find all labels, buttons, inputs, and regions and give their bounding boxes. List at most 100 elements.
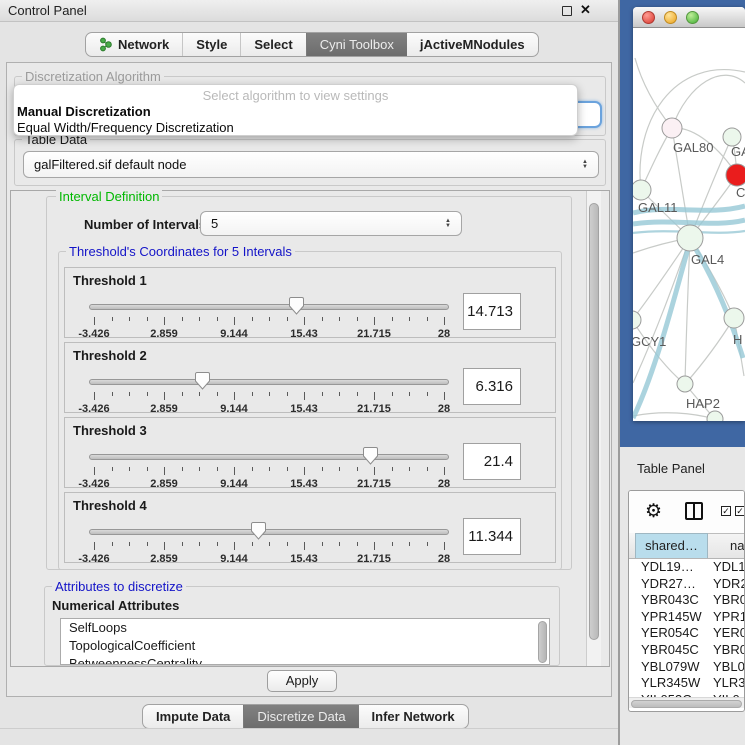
table-row[interactable]: YDR27…YDR2 [629,576,745,593]
close-traffic-light-icon[interactable] [642,11,655,24]
tab-infer-network[interactable]: Infer Network [359,705,468,728]
tick-mark [164,467,165,475]
network-node-hap2[interactable] [677,376,693,392]
cell-name: YBR0 [708,592,745,609]
slider-track[interactable] [89,379,449,385]
tick-mark [444,467,445,475]
columns-icon[interactable] [685,502,703,520]
network-node-node[interactable] [724,308,744,328]
threshold-value-field[interactable]: 6.316 [463,368,521,405]
dropdown-option-equal-width-frequency-discretization[interactable]: Equal Width/Frequency Discretization [17,120,234,135]
threshold-slider[interactable]: -3.4262.8599.14415.4321.71528 [89,446,449,490]
threshold-slider[interactable]: -3.4262.8599.14415.4321.71528 [89,371,449,415]
table-row[interactable]: YBL079WYBL0 [629,659,745,676]
tab-label: Discretize Data [257,709,345,724]
tab-discretize-data[interactable]: Discretize Data [243,705,358,728]
table-row[interactable]: YBR045CYBR0 [629,642,745,659]
tab-style[interactable]: Style [182,33,240,56]
settings-scrollbar-thumb[interactable] [589,203,599,640]
table-data-combobox[interactable]: galFiltered.sif default node ▲▼ [23,151,599,178]
tick-mark [322,467,323,471]
tick-mark [112,317,113,321]
network-node-gal11[interactable] [633,180,651,200]
tick-mark [427,542,428,546]
threshold-value-field[interactable]: 11.344 [463,518,521,555]
slider-thumb[interactable] [289,296,304,315]
tick-mark [269,392,270,396]
node-label-ga: GA [731,144,745,159]
tick-mark [409,467,410,471]
table-hscrollbar[interactable] [629,697,745,708]
number-of-intervals-combobox[interactable]: 5 ▲▼ [200,211,462,236]
slider-thumb[interactable] [251,521,266,540]
table-row[interactable]: YER054CYER0 [629,625,745,642]
threshold-slider[interactable]: -3.4262.8599.14415.4321.71528 [89,296,449,340]
network-window-titlebar[interactable] [633,7,745,28]
number-of-intervals-label: Number of Intervals [84,217,206,232]
stepper-icon: ▲▼ [441,219,455,229]
list-item[interactable]: TopologicalCoefficient [61,637,549,655]
column-header-na[interactable]: na [708,533,745,558]
threshold-value-field[interactable]: 21.4 [463,443,521,480]
tab-network[interactable]: Network [86,33,182,56]
threshold-slider[interactable]: -3.4262.8599.14415.4321.71528 [89,521,449,565]
slider-track[interactable] [89,454,449,460]
tick-mark [322,392,323,396]
table-row[interactable]: YDL19…YDL1 [629,559,745,576]
network-node-gal4[interactable] [677,225,703,251]
tick-mark [147,542,148,546]
tab-impute-data[interactable]: Impute Data [143,705,243,728]
threshold-value-field[interactable]: 14.713 [463,293,521,330]
tick-label: 9.144 [204,478,264,490]
checkbox-icon[interactable]: ✓ [721,506,731,516]
network-node-gcy1[interactable] [633,311,641,329]
slider-thumb[interactable] [363,446,378,465]
tick-mark [164,542,165,550]
tick-label: -3.426 [64,403,124,415]
threshold-panel-1: Threshold 1-3.4262.8599.14415.4321.71528… [64,267,556,338]
network-node-gal80[interactable] [662,118,682,138]
settings-scrollbar[interactable] [586,191,601,666]
gear-icon[interactable]: ⚙ [645,500,662,523]
zoom-traffic-light-icon[interactable] [686,11,699,24]
table-row[interactable]: YPR145WYPR1 [629,609,745,626]
slider-track[interactable] [89,304,449,310]
tick-mark [357,467,358,471]
dropdown-option-manual-discretization[interactable]: Manual Discretization [17,104,151,119]
tab-cyni-toolbox[interactable]: Cyni Toolbox [306,33,407,56]
list-item[interactable]: SelfLoops [61,619,549,637]
column-header-shared-[interactable]: shared… [635,533,708,558]
tab-label: Impute Data [156,709,230,724]
table-data-value: galFiltered.sif default node [24,157,578,172]
slider-track[interactable] [89,529,449,535]
network-canvas[interactable]: GAL80GACGAL11GAL4GCY1HHAP2 [633,28,745,421]
node-label-gcy1: GCY1 [633,334,666,349]
network-node-red-node[interactable] [726,164,745,186]
network-edge [633,220,745,224]
tick-mark [182,317,183,321]
attributes-listbox[interactable]: SelfLoopsTopologicalCoefficientBetweenne… [60,618,550,665]
checkbox-icon[interactable]: ✓ [735,506,745,516]
tick-mark [129,542,130,546]
table-hscrollbar-thumb[interactable] [631,700,742,708]
network-view-window: GAL80GACGAL11GAL4GCY1HHAP2 [633,7,745,421]
apply-button[interactable]: Apply [267,670,337,692]
list-item[interactable]: BetweennessCentrality [61,655,549,665]
tab-select[interactable]: Select [240,33,305,56]
list-scrollbar-thumb[interactable] [538,621,547,663]
tick-mark [392,542,393,546]
minimize-traffic-light-icon[interactable] [664,11,677,24]
float-icon[interactable] [562,6,572,16]
tab-label: jActiveMNodules [420,37,525,52]
close-icon[interactable]: ✕ [580,2,591,18]
top-tab-bar: NetworkStyleSelectCyni Toolbox jActiveMNo… [85,32,539,57]
tick-label: -3.426 [64,553,124,565]
tick-mark [374,467,375,475]
tab-jactivemnodules[interactable]: jActiveMNodules [407,33,538,56]
slider-thumb[interactable] [195,371,210,390]
table-row[interactable]: YLR345WYLR3 [629,675,745,692]
control-panel-titlebar: Control Panel ✕ [0,0,618,22]
table-panel-title: Table Panel [637,461,705,476]
tick-mark [427,392,428,396]
table-row[interactable]: YBR043CYBR0 [629,592,745,609]
